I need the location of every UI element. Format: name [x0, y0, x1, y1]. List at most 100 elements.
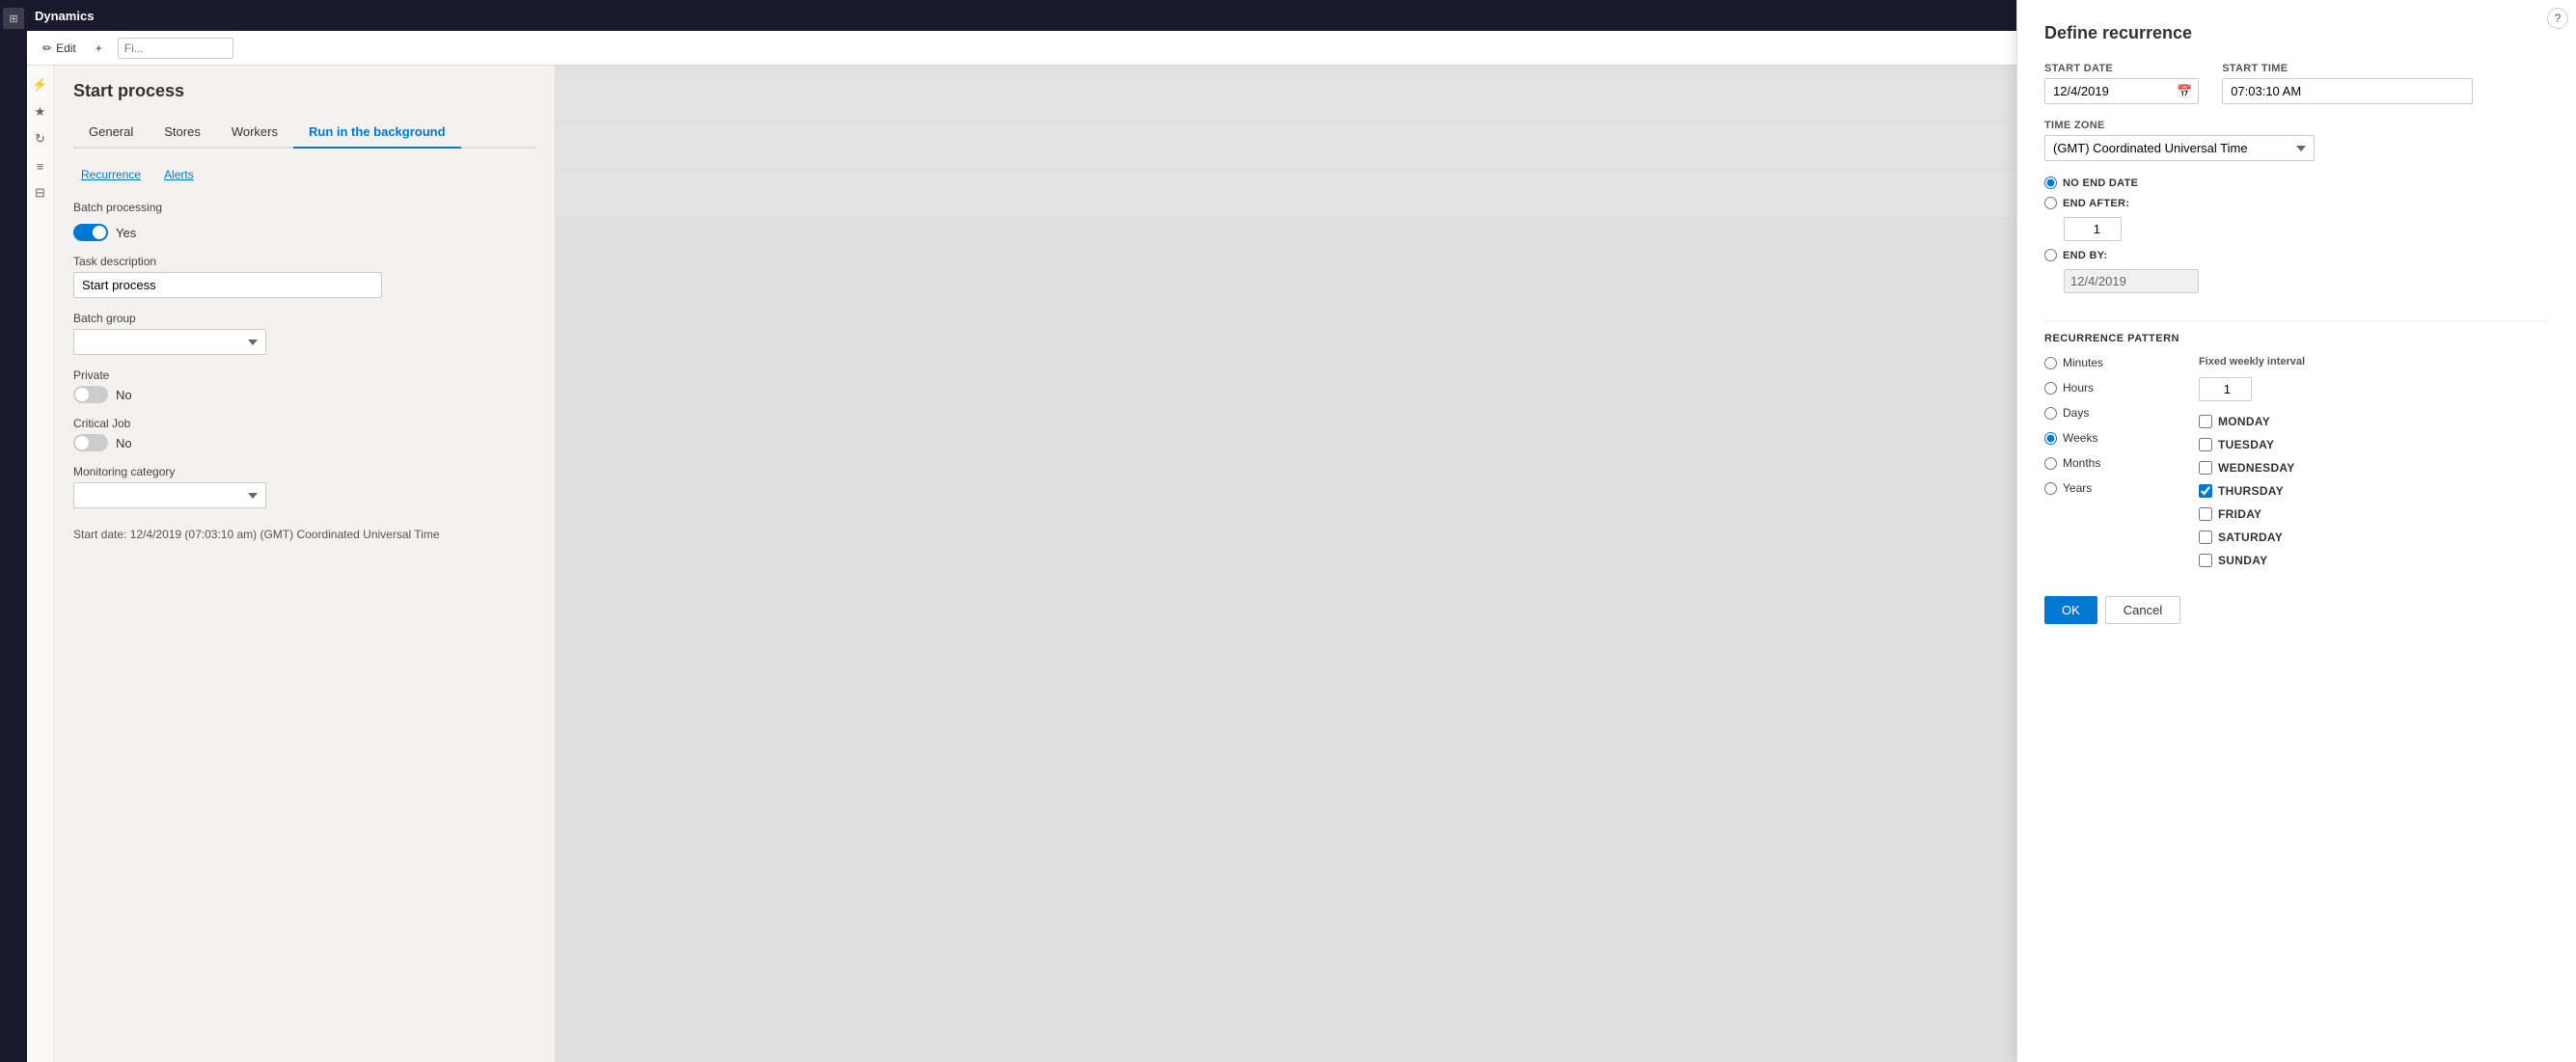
tabs: General Stores Workers Run in the backgr… — [73, 117, 535, 149]
edit-icon: ✏ — [42, 41, 52, 55]
sunday-checkbox[interactable] — [2199, 554, 2212, 567]
end-by-date-input[interactable] — [2064, 269, 2199, 293]
sidebar: ⚡ ★ ↻ ≡ ⊟ — [27, 66, 54, 1062]
end-after-input-row — [2064, 217, 2549, 241]
sub-tabs: Recurrence Alerts — [73, 164, 535, 185]
private-toggle[interactable] — [73, 386, 108, 403]
batch-group-select[interactable] — [73, 329, 266, 355]
minutes-radio[interactable] — [2044, 357, 2057, 369]
monday-checkbox[interactable] — [2199, 415, 2212, 428]
calendar-icon[interactable]: 📅 — [2171, 84, 2198, 99]
nav-grid-icon[interactable]: ⊞ — [3, 8, 24, 29]
task-description-label: Task description — [73, 255, 535, 268]
sub-tab-alerts[interactable]: Alerts — [156, 164, 202, 185]
no-end-date-option: NO END DATE — [2044, 177, 2549, 189]
friday-row: FRIDAY — [2199, 507, 2305, 521]
section-divider — [2044, 320, 2549, 321]
start-datetime-section: Start date 📅 Start time — [2044, 66, 2549, 104]
batch-group-group: Batch group — [73, 312, 535, 355]
monitoring-category-select[interactable] — [73, 482, 266, 508]
monitoring-category-group: Monitoring category — [73, 465, 535, 508]
saturday-checkbox[interactable] — [2199, 531, 2212, 544]
months-radio[interactable] — [2044, 457, 2057, 470]
minutes-label: Minutes — [2063, 356, 2103, 369]
weekly-interval-input[interactable] — [2199, 377, 2252, 401]
recurrence-pattern-title: RECURRENCE PATTERN — [2044, 333, 2549, 344]
toggle-knob — [75, 388, 89, 401]
batch-processing-title: Batch processing — [73, 201, 535, 214]
saturday-label: SATURDAY — [2218, 531, 2283, 544]
start-date-field: Start date 📅 — [2044, 66, 2199, 104]
search-input[interactable] — [118, 38, 233, 59]
time-zone-select[interactable]: (GMT) Coordinated Universal Time (GMT-05… — [2044, 135, 2315, 161]
ok-button[interactable]: OK — [2044, 596, 2097, 624]
tuesday-checkbox[interactable] — [2199, 438, 2212, 451]
private-toggle-label: No — [116, 388, 132, 402]
tuesday-row: TUESDAY — [2199, 438, 2305, 451]
critical-job-toggle[interactable] — [73, 434, 108, 451]
no-end-date-radio[interactable] — [2044, 177, 2057, 189]
time-zone-label: Time zone — [2044, 120, 2549, 131]
hours-radio[interactable] — [2044, 382, 2057, 395]
sunday-row: SUNDAY — [2199, 554, 2305, 567]
end-after-option: END AFTER: — [2044, 197, 2549, 209]
end-by-option: END BY: — [2044, 249, 2549, 261]
monitoring-category-label: Monitoring category — [73, 465, 535, 478]
help-icon[interactable]: ? — [2547, 8, 2568, 29]
start-date-text: Start date: 12/4/2019 (07:03:10 am) (GMT… — [73, 528, 535, 541]
tab-stores[interactable]: Stores — [149, 117, 216, 149]
tab-workers[interactable]: Workers — [216, 117, 293, 149]
tab-run-in-background[interactable]: Run in the background — [293, 117, 461, 149]
toggle-knob — [75, 436, 89, 449]
sub-tab-recurrence[interactable]: Recurrence — [73, 164, 149, 185]
years-radio[interactable] — [2044, 482, 2057, 495]
tuesday-label: TUESDAY — [2218, 438, 2274, 451]
critical-job-label: Critical Job — [73, 417, 535, 430]
cancel-button[interactable]: Cancel — [2105, 596, 2180, 624]
monday-label: MONDAY — [2218, 415, 2270, 428]
start-date-label: Start date — [2044, 66, 2199, 74]
recurrence-weekly-settings: Fixed weekly interval MONDAY TUESDAY — [2199, 356, 2305, 573]
task-description-group: Task description — [73, 255, 535, 298]
content-area: ⚡ ★ ↻ ≡ ⊟ Ho Prep Mo Gene Up Upda — [27, 66, 2576, 1062]
months-option: Months — [2044, 456, 2160, 470]
weeks-label: Weeks — [2063, 431, 2097, 445]
sidebar-icon-star[interactable]: ★ — [29, 100, 52, 123]
toggle-knob — [93, 226, 106, 239]
batch-processing-toggle[interactable] — [73, 224, 108, 241]
sidebar-icon-filter[interactable]: ⚡ — [29, 73, 52, 96]
days-label: Days — [2063, 406, 2089, 420]
app-container: Dynamics ✏ Edit + ⚡ ★ ↻ ≡ ⊟ Ho Prep — [27, 0, 2576, 1062]
fixed-weekly-label: Fixed weekly interval — [2199, 356, 2305, 368]
critical-job-row: No — [73, 434, 535, 451]
start-time-input[interactable] — [2222, 78, 2473, 104]
end-after-input[interactable] — [2064, 217, 2122, 241]
end-after-radio[interactable] — [2044, 197, 2057, 209]
private-row: No — [73, 386, 535, 403]
recurrence-pattern-options: Minutes Hours Days Weeks — [2044, 356, 2160, 573]
friday-checkbox[interactable] — [2199, 507, 2212, 521]
batch-processing-row: Yes — [73, 224, 535, 241]
dialog-footer: OK Cancel — [2044, 596, 2549, 624]
sidebar-icon-refresh[interactable]: ↻ — [29, 127, 52, 150]
private-label: Private — [73, 368, 535, 382]
days-radio[interactable] — [2044, 407, 2057, 420]
sidebar-icon-grid[interactable]: ⊟ — [29, 181, 52, 204]
tab-general[interactable]: General — [73, 117, 149, 149]
edit-button[interactable]: ✏ Edit — [35, 38, 84, 59]
time-zone-field: Time zone (GMT) Coordinated Universal Ti… — [2044, 120, 2549, 161]
add-button[interactable]: + — [88, 38, 110, 59]
start-date-input[interactable] — [2045, 79, 2171, 103]
no-end-date-label: NO END DATE — [2063, 177, 2138, 189]
panel-title: Start process — [73, 81, 535, 101]
end-by-radio[interactable] — [2044, 249, 2057, 261]
wednesday-checkbox[interactable] — [2199, 461, 2212, 475]
task-description-input[interactable] — [73, 272, 382, 298]
weeks-radio[interactable] — [2044, 432, 2057, 445]
weekly-interval-row — [2199, 377, 2305, 401]
sidebar-icon-list[interactable]: ≡ — [29, 154, 52, 177]
thursday-checkbox[interactable] — [2199, 484, 2212, 498]
minutes-option: Minutes — [2044, 356, 2160, 369]
define-recurrence-dialog: Define recurrence Start date 📅 Start tim… — [2016, 66, 2576, 1062]
thursday-label: THURSDAY — [2218, 484, 2284, 498]
